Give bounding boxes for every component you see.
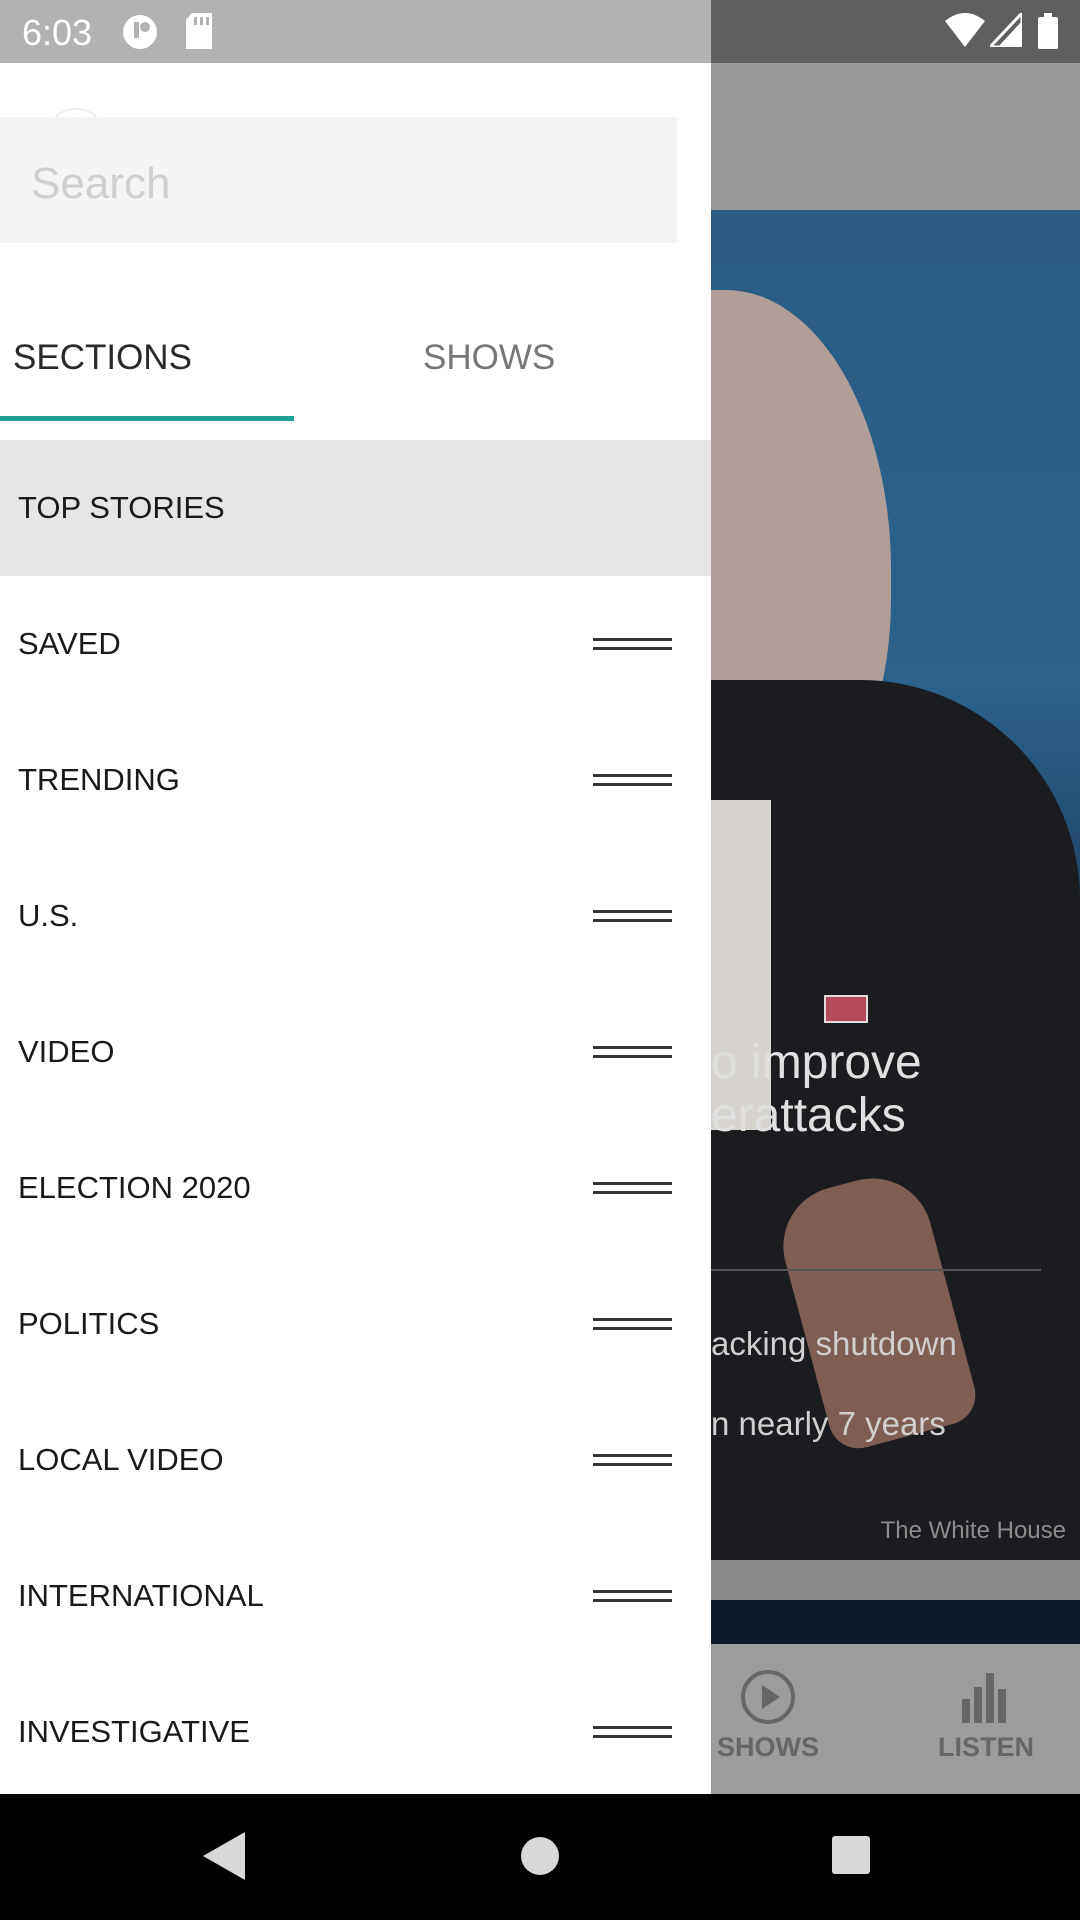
- drag-handle-icon[interactable]: [593, 638, 672, 650]
- section-item-us[interactable]: U.S.: [0, 848, 711, 984]
- tab-shows[interactable]: SHOWS: [423, 338, 555, 378]
- bottom-nav-listen: LISTEN: [916, 1669, 1056, 1763]
- drag-handle-icon[interactable]: [593, 1046, 672, 1058]
- section-item-video[interactable]: VIDEO: [0, 984, 711, 1120]
- section-item-international[interactable]: INTERNATIONAL: [0, 1528, 711, 1664]
- section-label: TRENDING: [18, 762, 180, 797]
- navigation-drawer: SECTIONS SHOWS TOP STORIES SAVED TRENDIN…: [0, 63, 711, 1794]
- drag-handle-icon[interactable]: [593, 774, 672, 786]
- cell-signal-icon: [986, 9, 1024, 52]
- equalizer-icon: [962, 1673, 1006, 1723]
- related-story-link: acking shutdown: [711, 1325, 957, 1362]
- hero-headline-line1: o improve: [711, 1036, 922, 1089]
- status-bar-drawer-scrim: [0, 0, 711, 63]
- bottom-nav-shows-label: SHOWS: [716, 1732, 819, 1762]
- section-label: TOP STORIES: [18, 490, 225, 525]
- related-story-link: n nearly 7 years: [711, 1405, 946, 1442]
- section-label: LOCAL VIDEO: [18, 1442, 224, 1477]
- drag-handle-icon[interactable]: [593, 1318, 672, 1330]
- section-item-trending[interactable]: TRENDING: [0, 712, 711, 848]
- app-notification-icon: [121, 13, 159, 56]
- section-label: INTERNATIONAL: [18, 1578, 264, 1613]
- search-input[interactable]: [29, 153, 653, 215]
- status-bar: 6:03: [0, 0, 1080, 63]
- section-item-local-video[interactable]: LOCAL VIDEO: [0, 1392, 711, 1528]
- battery-icon: [1038, 13, 1058, 54]
- tab-indicator: [0, 416, 294, 421]
- drag-handle-icon[interactable]: [593, 1726, 672, 1738]
- section-item-politics[interactable]: POLITICS: [0, 1256, 711, 1392]
- bottom-nav-listen-label: LISTEN: [937, 1732, 1034, 1762]
- recents-icon[interactable]: [830, 1832, 872, 1885]
- section-item-saved[interactable]: SAVED: [0, 576, 711, 712]
- section-label: SAVED: [18, 626, 121, 661]
- drag-handle-icon[interactable]: [593, 1182, 672, 1194]
- bottom-nav-shows: SHOWS: [698, 1669, 838, 1763]
- section-label: VIDEO: [18, 1034, 115, 1069]
- section-label: ELECTION 2020: [18, 1170, 251, 1205]
- back-icon[interactable]: [203, 1832, 245, 1885]
- system-navigation-bar: [0, 1794, 1080, 1920]
- drag-handle-icon[interactable]: [593, 1590, 672, 1602]
- photo-credit: The White House: [880, 1517, 1066, 1544]
- section-label: INVESTIGATIVE: [18, 1714, 250, 1749]
- section-item-top-stories[interactable]: TOP STORIES: [0, 440, 711, 576]
- hero-headline-line2: erattacks: [711, 1089, 906, 1142]
- sd-card-icon: [184, 13, 214, 54]
- home-icon[interactable]: [520, 1832, 560, 1885]
- clock: 6:03: [22, 12, 93, 53]
- section-item-election-2020[interactable]: ELECTION 2020: [0, 1120, 711, 1256]
- section-label: U.S.: [18, 898, 79, 933]
- section-label: POLITICS: [18, 1306, 160, 1341]
- tab-sections[interactable]: SECTIONS: [13, 338, 192, 378]
- hero-bottom-strip: [711, 1600, 1080, 1644]
- drag-handle-icon[interactable]: [593, 1454, 672, 1466]
- bottom-navigation: SHOWS LISTEN: [711, 1644, 1080, 1794]
- play-circle-icon: [741, 1670, 795, 1724]
- wifi-icon: [945, 13, 985, 52]
- drag-handle-icon[interactable]: [593, 910, 672, 922]
- section-item-investigative[interactable]: INVESTIGATIVE: [0, 1664, 711, 1794]
- hero-divider: [711, 1269, 1041, 1271]
